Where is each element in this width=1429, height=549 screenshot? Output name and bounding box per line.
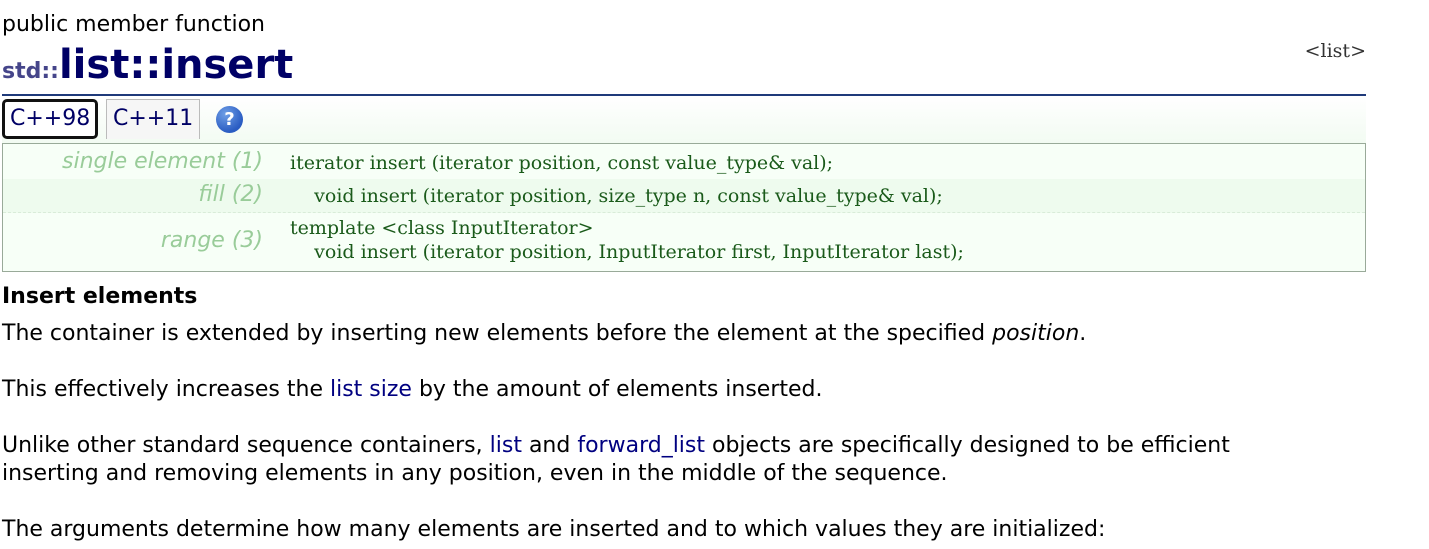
- header-file-link[interactable]: <list>: [1305, 40, 1366, 62]
- prototype-label: single element (1): [62, 149, 263, 174]
- prototype-label: fill (2): [198, 182, 263, 207]
- description-title: Insert elements: [2, 284, 198, 309]
- page-title: std::list::insert: [2, 42, 293, 88]
- description-paragraph-4: The arguments determine how many element…: [2, 517, 1106, 542]
- description-paragraph-3-line-2: inserting and removing elements in any p…: [2, 461, 948, 486]
- param-position: position: [992, 321, 1080, 346]
- prototype-row-single-element: single element (1) iterator insert (iter…: [3, 144, 1365, 180]
- text: .: [1079, 321, 1087, 346]
- link-forward-list[interactable]: forward_list: [577, 433, 705, 458]
- prototype-code: void insert (iterator position, size_typ…: [290, 185, 943, 207]
- link-list[interactable]: list: [490, 433, 522, 458]
- title-namespace: std::: [2, 59, 59, 84]
- prototype-label: range (3): [160, 228, 263, 253]
- prototype-table: single element (1) iterator insert (iter…: [2, 143, 1366, 272]
- prototype-code: iterator insert (iterator position, cons…: [290, 152, 834, 174]
- tab-cpp98[interactable]: C++98: [2, 99, 99, 139]
- prototype-code-line-1: template <class InputIterator>: [290, 217, 594, 239]
- text: The container is extended by inserting n…: [2, 321, 993, 346]
- prototype-code-line-2: void insert (iterator position, InputIte…: [290, 241, 964, 263]
- description-paragraph-1: The container is extended by inserting n…: [2, 320, 1086, 348]
- description-paragraph-2: This effectively increases the list size…: [2, 376, 823, 404]
- text: This effectively increases the: [2, 377, 330, 402]
- prototype-row-fill: fill (2) void insert (iterator position,…: [3, 179, 1365, 213]
- prototype-row-range: range (3) template <class InputIterator>…: [3, 212, 1365, 271]
- text: Unlike other standard sequence container…: [2, 433, 490, 458]
- title-function-name: list::insert: [58, 42, 294, 88]
- help-icon[interactable]: ?: [216, 106, 243, 133]
- text: objects are specifically designed to be …: [705, 433, 1230, 458]
- tab-cpp11[interactable]: C++11: [106, 99, 201, 139]
- standard-version-tabs: C++98 C++11 ?: [2, 96, 1366, 144]
- member-kind-label: public member function: [2, 12, 265, 37]
- description-paragraph-3: Unlike other standard sequence container…: [2, 432, 1230, 460]
- text: by the amount of elements inserted.: [411, 377, 823, 402]
- text: and: [521, 433, 578, 458]
- link-list-size[interactable]: list size: [330, 377, 412, 402]
